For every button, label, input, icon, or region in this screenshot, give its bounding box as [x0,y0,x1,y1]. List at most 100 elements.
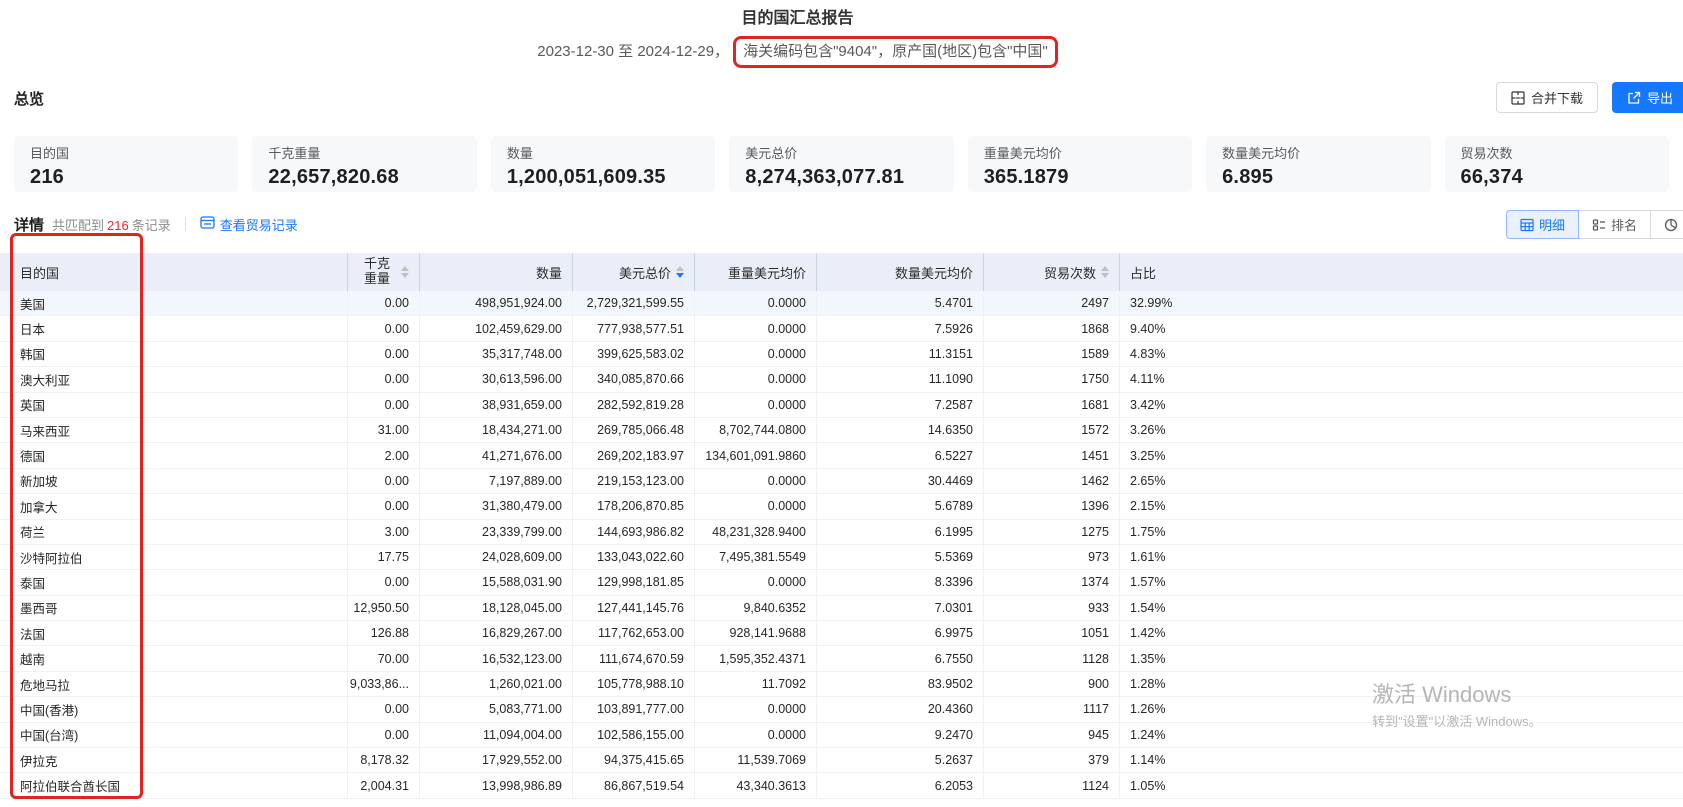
stat-card: 重量美元均价365.1879 [968,136,1192,192]
value-cell: 12,950.50 [348,596,420,621]
table-row[interactable]: 越南70.0016,532,123.00111,674,670.591,595,… [0,646,1683,671]
tab-label: 明细 [1539,215,1565,234]
table-row[interactable]: 德国2.0041,271,676.00269,202,183.97134,601… [0,443,1683,468]
column-header: 数量 [420,253,573,291]
value-cell: 282,592,819.28 [573,393,695,418]
tab-占比[interactable]: 占比 [1651,210,1683,239]
value-cell: 16,532,123.00 [420,646,573,671]
overview-cards: 目的国216千克重量22,657,820.68数量1,200,051,609.3… [14,136,1669,192]
value-cell: 0.00 [348,342,420,367]
country-cell: 新加坡 [0,469,348,494]
view-mode-tabs: 明细排名占比 [1506,210,1683,239]
merge-download-button[interactable]: 合并下载 [1496,82,1598,113]
value-cell: 31.00 [348,418,420,443]
view-trade-records-link[interactable]: 查看贸易记录 [200,215,298,234]
merge-download-icon [1511,91,1525,105]
merge-download-label: 合并下载 [1531,88,1583,107]
stat-card-value: 365.1879 [984,164,1176,190]
stat-card: 美元总价8,274,363,077.81 [729,136,953,192]
column-header[interactable]: 千克重量 [348,253,420,291]
table-row[interactable]: 新加坡0.007,197,889.00219,153,123.000.00003… [0,469,1683,494]
report-header: 目的国汇总报告 2023-12-30 至 2024-12-29，海关编码包含"9… [0,0,1595,68]
value-cell: 900 [984,672,1120,697]
value-cell: 129,998,181.85 [573,570,695,595]
column-header: 目的国 [0,253,348,291]
stat-card-label: 目的国 [30,145,222,162]
match-prefix: 共匹配到 [52,218,104,233]
table-row[interactable]: 加拿大0.0031,380,479.00178,206,870.850.0000… [0,494,1683,519]
stat-card: 数量美元均价6.895 [1206,136,1430,192]
detail-bar: 详情 共匹配到216条记录 查看贸易记录 明细排名占比 [14,213,1669,243]
table-row[interactable]: 伊拉克8,178.3217,929,552.0094,375,415.6511,… [0,748,1683,773]
value-cell: 1.05% [1120,773,1683,798]
value-cell: 102,459,629.00 [420,316,573,341]
sort-carets-icon[interactable] [401,266,409,278]
view-trade-records-label: 查看贸易记录 [220,215,298,234]
table-row[interactable]: 阿拉伯联合酋长国2,004.3113,998,986.8986,867,519.… [0,773,1683,798]
value-cell: 269,202,183.97 [573,443,695,468]
table-row[interactable]: 澳大利亚0.0030,613,596.00340,085,870.660.000… [0,367,1683,392]
table-row[interactable]: 韩国0.0035,317,748.00399,625,583.020.00001… [0,342,1683,367]
table-row[interactable]: 英国0.0038,931,659.00282,592,819.280.00007… [0,393,1683,418]
match-info: 共匹配到216条记录 [52,215,171,234]
value-cell: 945 [984,723,1120,748]
sort-carets-icon[interactable] [676,266,684,278]
table-row[interactable]: 泰国0.0015,588,031.90129,998,181.850.00008… [0,570,1683,595]
table-row[interactable]: 法国126.8816,829,267.00117,762,653.00928,1… [0,621,1683,646]
table-row[interactable]: 日本0.00102,459,629.00777,938,577.510.0000… [0,316,1683,341]
filter-conditions: 海关编码包含"9404"，原产国(地区)包含"中国" [743,43,1048,60]
table-row[interactable]: 马来西亚31.0018,434,271.00269,785,066.488,70… [0,418,1683,443]
toolbar: 合并下载 导出 [1496,82,1683,113]
table-row[interactable]: 墨西哥12,950.5018,128,045.00127,441,145.769… [0,596,1683,621]
overview-bar: 总览 合并下载 导出 [14,90,1669,122]
country-cell: 伊拉克 [0,748,348,773]
country-cell: 日本 [0,316,348,341]
column-header-label: 重量美元均价 [728,263,806,282]
value-cell: 103,891,777.00 [573,697,695,722]
value-cell: 5.4701 [817,291,984,316]
table-row[interactable]: 沙特阿拉伯17.7524,028,609.00133,043,022.607,4… [0,545,1683,570]
stat-card-value: 22,657,820.68 [268,164,460,190]
table-row[interactable]: 荷兰3.0023,339,799.00144,693,986.8248,231,… [0,520,1683,545]
stat-card-label: 数量美元均价 [1222,145,1414,162]
value-cell: 0.0000 [695,342,817,367]
stat-card-label: 千克重量 [268,145,460,162]
divider [185,217,186,231]
value-cell: 1.35% [1120,646,1683,671]
value-cell: 83.9502 [817,672,984,697]
value-cell: 3.00 [348,520,420,545]
value-cell: 0.00 [348,494,420,519]
value-cell: 43,340.3613 [695,773,817,798]
value-cell: 1750 [984,367,1120,392]
value-cell: 0.00 [348,291,420,316]
value-cell: 86,867,519.54 [573,773,695,798]
country-cell: 危地马拉 [0,672,348,697]
column-header-label: 数量美元均价 [895,263,973,282]
table-row[interactable]: 美国0.00498,951,924.002,729,321,599.550.00… [0,291,1683,316]
stat-card-label: 贸易次数 [1461,145,1653,162]
stat-card-value: 216 [30,164,222,190]
column-header[interactable]: 贸易次数 [984,253,1120,291]
country-cell: 马来西亚 [0,418,348,443]
tab-排名[interactable]: 排名 [1579,210,1651,239]
value-cell: 219,153,123.00 [573,469,695,494]
export-button[interactable]: 导出 [1612,82,1683,113]
sort-carets-icon[interactable] [1101,266,1109,278]
value-cell: 0.00 [348,723,420,748]
ranking-icon [1592,218,1606,232]
value-cell: 498,951,924.00 [420,291,573,316]
value-cell: 41,271,676.00 [420,443,573,468]
value-cell: 144,693,986.82 [573,520,695,545]
value-cell: 0.00 [348,367,420,392]
value-cell: 31,380,479.00 [420,494,573,519]
column-header[interactable]: 美元总价 [573,253,695,291]
value-cell: 0.0000 [695,697,817,722]
value-cell: 6.2053 [817,773,984,798]
value-cell: 0.00 [348,570,420,595]
tab-明细[interactable]: 明细 [1506,210,1579,239]
value-cell: 30.4469 [817,469,984,494]
value-cell: 1124 [984,773,1120,798]
watermark-line1: 激活 Windows [1372,681,1542,709]
value-cell: 2.65% [1120,469,1683,494]
value-cell: 1275 [984,520,1120,545]
